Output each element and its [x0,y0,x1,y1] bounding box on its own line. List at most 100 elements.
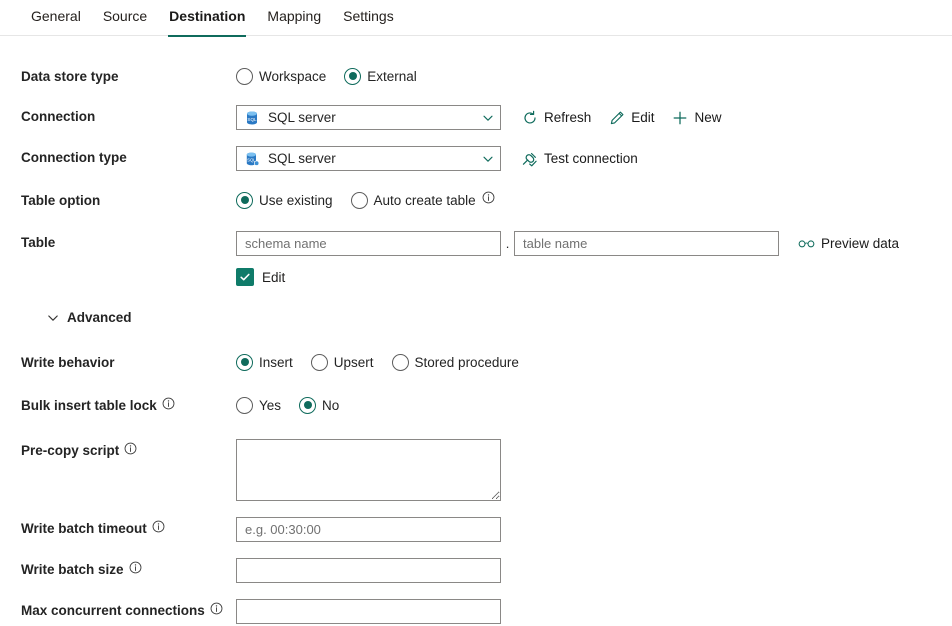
connection-commands: Refresh Edit [521,107,722,128]
edit-checkbox[interactable]: Edit [236,268,285,286]
max-concurrent-connections-control [236,599,952,624]
schema-name-input[interactable] [236,231,501,256]
connection-value: SQL server [268,110,474,125]
tab-settings[interactable]: Settings [332,0,405,37]
radio-insert[interactable]: Insert [236,354,293,371]
plug-check-icon [521,150,538,167]
write-batch-timeout-input[interactable] [236,517,501,542]
connection-type-value: SQL server [268,151,474,166]
connection-type-dropdown[interactable]: SQL SQL server [236,146,501,171]
table-edit-control: Edit [236,266,952,288]
bulk-insert-radio-group: Yes No [236,397,339,414]
radio-label: Workspace [259,69,326,84]
pre-copy-script-label: Pre-copy script [21,439,236,461]
write-batch-size-label: Write batch size [21,558,236,580]
row-data-store-type: Data store type Workspace External [0,65,952,92]
chevron-down-icon [482,112,494,124]
preview-data-button[interactable]: Preview data [798,233,899,254]
command-label: Test connection [544,151,638,166]
info-icon[interactable] [129,561,142,574]
connection-dropdown[interactable]: SQL SQL server [236,105,501,130]
refresh-button[interactable]: Refresh [521,107,591,128]
edit-button[interactable]: Edit [608,107,654,128]
row-write-batch-size: Write batch size [0,558,952,585]
chevron-down-icon [47,312,59,324]
radio-indicator [311,354,328,371]
table-option-radio-group: Use existing Auto create table [236,192,495,209]
check-icon [239,271,251,283]
tab-label: General [31,8,81,24]
row-connection-type: Connection type SQL SQL server [0,146,952,173]
radio-indicator [299,397,316,414]
tab-mapping[interactable]: Mapping [256,0,332,37]
radio-stored-procedure[interactable]: Stored procedure [392,354,519,371]
tab-label: Destination [169,8,245,24]
plus-icon [672,109,689,126]
max-concurrent-connections-input[interactable] [236,599,501,624]
row-table-edit-checkbox: Edit [0,266,952,293]
advanced-section-toggle[interactable]: Advanced [21,310,132,325]
radio-indicator [351,192,368,209]
sql-server-icon: SQL [244,151,260,167]
table-separator: . [501,236,514,251]
pencil-icon [608,109,625,126]
tab-general[interactable]: General [20,0,92,37]
row-max-concurrent-connections: Max concurrent connections [0,599,952,626]
new-button[interactable]: New [672,107,722,128]
info-icon[interactable] [482,191,495,204]
table-control: . Preview data [236,231,952,256]
svg-text:SQL: SQL [247,117,257,122]
data-store-type-radio-group: Workspace External [236,68,417,85]
advanced-label: Advanced [67,310,132,325]
write-batch-size-input[interactable] [236,558,501,583]
table-option-control: Use existing Auto create table [236,189,952,211]
radio-label: Insert [259,355,293,370]
pre-copy-script-textarea[interactable] [236,439,501,501]
connection-type-commands: Test connection [521,148,638,169]
radio-label: Use existing [259,193,333,208]
tab-strip: General Source Destination Mapping Setti… [0,0,952,36]
connection-control: SQL SQL server Refresh [236,105,952,130]
row-pre-copy-script: Pre-copy script [0,439,952,501]
radio-bulk-lock-no[interactable]: No [299,397,339,414]
radio-label: Auto create table [374,193,476,208]
radio-workspace[interactable]: Workspace [236,68,326,85]
row-write-batch-timeout: Write batch timeout [0,517,952,544]
info-icon[interactable] [162,397,175,410]
pre-copy-script-control [236,439,952,501]
write-batch-timeout-control [236,517,952,542]
tab-destination[interactable]: Destination [158,0,256,37]
radio-external[interactable]: External [344,68,417,85]
bulk-insert-table-lock-label: Bulk insert table lock [21,394,236,416]
info-icon[interactable] [124,442,137,455]
radio-upsert[interactable]: Upsert [311,354,374,371]
edit-checkbox-label: Edit [262,270,285,285]
radio-label: Stored procedure [415,355,519,370]
row-bulk-insert-table-lock: Bulk insert table lock Yes No [0,394,952,421]
write-batch-timeout-label: Write batch timeout [21,517,236,539]
command-label: Preview data [821,236,899,251]
write-behavior-radio-group: Insert Upsert Stored procedure [236,354,519,371]
test-connection-button[interactable]: Test connection [521,148,638,169]
radio-bulk-lock-yes[interactable]: Yes [236,397,281,414]
write-behavior-control: Insert Upsert Stored procedure [236,351,952,373]
chevron-down-icon [482,153,494,165]
row-connection: Connection SQL SQL server [0,105,952,132]
radio-label: Upsert [334,355,374,370]
info-icon[interactable] [152,520,165,533]
command-label: Edit [631,110,654,125]
table-name-input[interactable] [514,231,779,256]
write-batch-size-control [236,558,952,583]
bulk-insert-table-lock-control: Yes No [236,394,952,416]
tab-source[interactable]: Source [92,0,158,37]
radio-indicator [344,68,361,85]
radio-indicator [392,354,409,371]
write-behavior-label: Write behavior [21,351,236,373]
radio-label: External [367,69,417,84]
radio-use-existing[interactable]: Use existing [236,192,333,209]
data-store-type-label: Data store type [21,65,236,87]
info-icon[interactable] [210,602,223,615]
radio-auto-create-table[interactable]: Auto create table [351,192,495,209]
radio-indicator [236,192,253,209]
row-write-behavior: Write behavior Insert Upsert Stored proc… [0,351,952,378]
